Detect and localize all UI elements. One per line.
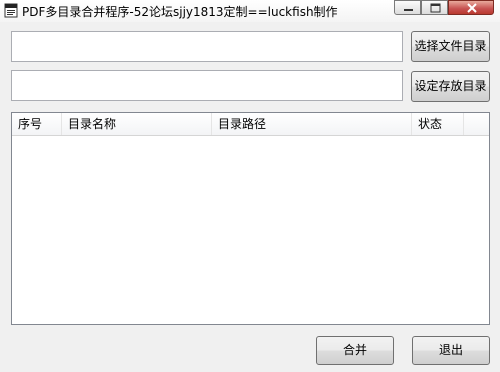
- merge-button[interactable]: 合并: [316, 336, 394, 365]
- list-header: 序号 目录名称 目录路径 状态: [12, 113, 489, 136]
- set-save-directory-button[interactable]: 设定存放目录: [411, 71, 490, 102]
- column-header-dir-name[interactable]: 目录名称: [62, 113, 212, 135]
- window-title: PDF多目录合并程序-52论坛sjjy1813定制==luckfish制作: [22, 5, 338, 19]
- close-icon: [467, 3, 477, 13]
- close-button[interactable]: [448, 0, 494, 15]
- column-header-dir-path[interactable]: 目录路径: [212, 113, 412, 135]
- maximize-icon: [430, 3, 441, 13]
- column-header-status[interactable]: 状态: [412, 113, 464, 135]
- minimize-button[interactable]: [394, 0, 421, 15]
- main-window: PDF多目录合并程序-52论坛sjjy1813定制==luckfish制作 选择…: [0, 0, 500, 372]
- maximize-button[interactable]: [421, 0, 448, 15]
- minimize-icon: [404, 9, 413, 11]
- directory-list[interactable]: 序号 目录名称 目录路径 状态: [11, 112, 490, 325]
- source-directory-input[interactable]: [11, 31, 403, 62]
- choose-directory-button[interactable]: 选择文件目录: [411, 31, 490, 62]
- title-bar[interactable]: PDF多目录合并程序-52论坛sjjy1813定制==luckfish制作: [0, 0, 500, 22]
- app-icon: [4, 3, 18, 18]
- save-directory-input[interactable]: [11, 70, 403, 101]
- exit-button[interactable]: 退出: [412, 336, 490, 365]
- column-header-index[interactable]: 序号: [12, 113, 62, 135]
